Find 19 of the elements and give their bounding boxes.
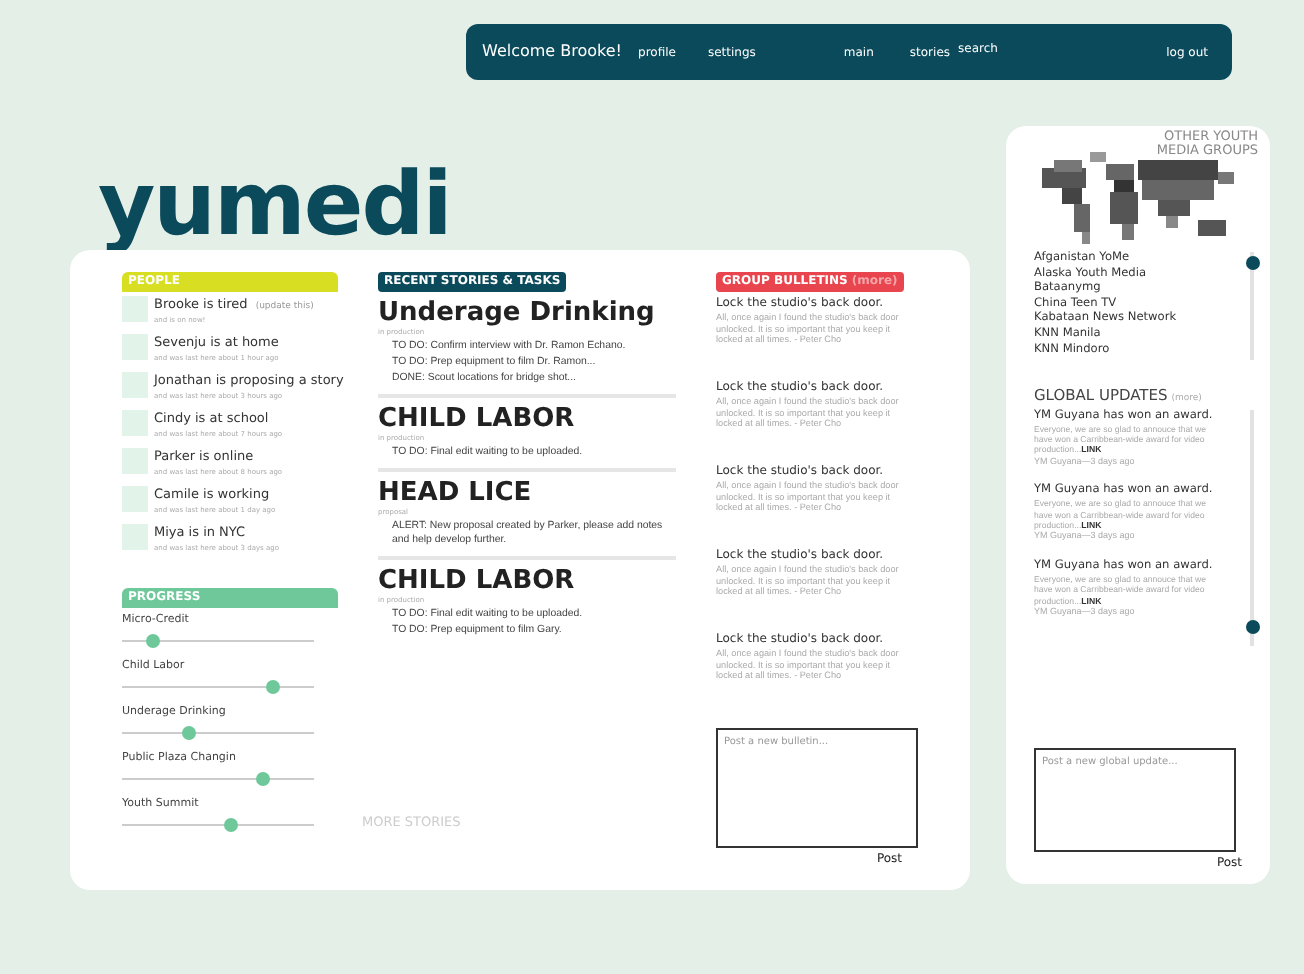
progress-slider[interactable]: [122, 818, 314, 833]
avatar-placeholder: [122, 524, 148, 550]
avatar-placeholder: [122, 296, 148, 322]
story-title: Underage Drinking: [378, 300, 657, 328]
avatar-placeholder: [122, 410, 148, 436]
progress-slider[interactable]: [122, 680, 314, 695]
avatar-placeholder: [122, 372, 148, 398]
avatar-placeholder: [122, 448, 148, 474]
story-title: CHILD LABOR: [378, 568, 577, 596]
story-title: HEAD LICE: [378, 480, 534, 508]
yumedi-logo: yumedi: [98, 160, 453, 250]
welcome-text: Welcome Brooke!: [482, 40, 623, 64]
story-title: CHILD LABOR: [378, 406, 577, 434]
scrollbar[interactable]: [1246, 252, 1258, 360]
avatar-placeholder: [122, 486, 148, 512]
avatar-placeholder: [122, 334, 148, 360]
progress-slider[interactable]: [122, 634, 314, 649]
progress-slider[interactable]: [122, 726, 314, 741]
progress-slider[interactable]: [122, 772, 314, 787]
